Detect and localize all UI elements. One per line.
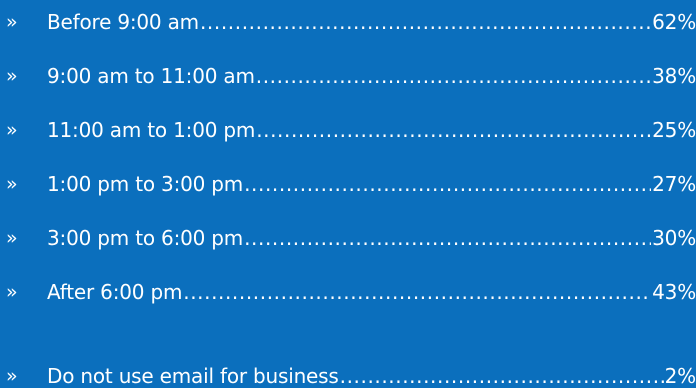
list-item: » Before 9:00 am .......................…	[0, 7, 696, 37]
item-value: 30%	[652, 226, 696, 250]
bullet-icon: »	[6, 11, 18, 33]
item-value: 38%	[652, 64, 696, 88]
item-label: 1:00 pm to 3:00 pm	[47, 172, 244, 196]
item-value: 25%	[652, 118, 696, 142]
item-label: After 6:00 pm	[47, 280, 183, 304]
item-label: Before 9:00 am	[47, 10, 199, 34]
bullet-icon: »	[6, 365, 18, 387]
item-label: 9:00 am to 11:00 am	[47, 64, 255, 88]
dot-leader: ........................................…	[183, 280, 651, 304]
dot-leader: ........................................…	[339, 364, 664, 388]
dot-leader: ........................................…	[255, 64, 651, 88]
item-value: 27%	[652, 172, 696, 196]
item-label: Do not use email for business	[47, 364, 339, 388]
list-item: » 3:00 pm to 6:00 pm ...................…	[0, 223, 696, 253]
email-time-list-panel: » Before 9:00 am .......................…	[0, 0, 696, 388]
bullet-icon: »	[6, 119, 18, 141]
list-item: » 11:00 am to 1:00 pm ..................…	[0, 115, 696, 145]
list-item: » 1:00 pm to 3:00 pm ...................…	[0, 169, 696, 199]
dot-leader: ........................................…	[244, 226, 651, 250]
item-label: 11:00 am to 1:00 pm	[47, 118, 256, 142]
list-item: » After 6:00 pm ........................…	[0, 277, 696, 307]
bullet-icon: »	[6, 281, 18, 303]
item-value: 2%	[664, 364, 696, 388]
list-item: » 9:00 am to 11:00 am ..................…	[0, 61, 696, 91]
bullet-icon: »	[6, 173, 18, 195]
item-label: 3:00 pm to 6:00 pm	[47, 226, 244, 250]
dot-leader: ........................................…	[256, 118, 651, 142]
item-value: 62%	[652, 10, 696, 34]
dot-leader: ........................................…	[244, 172, 651, 196]
bullet-icon: »	[6, 65, 18, 87]
dot-leader: ........................................…	[199, 10, 652, 34]
list-item: » Do not use email for business ........…	[0, 361, 696, 388]
item-value: 43%	[652, 280, 696, 304]
bullet-icon: »	[6, 227, 18, 249]
